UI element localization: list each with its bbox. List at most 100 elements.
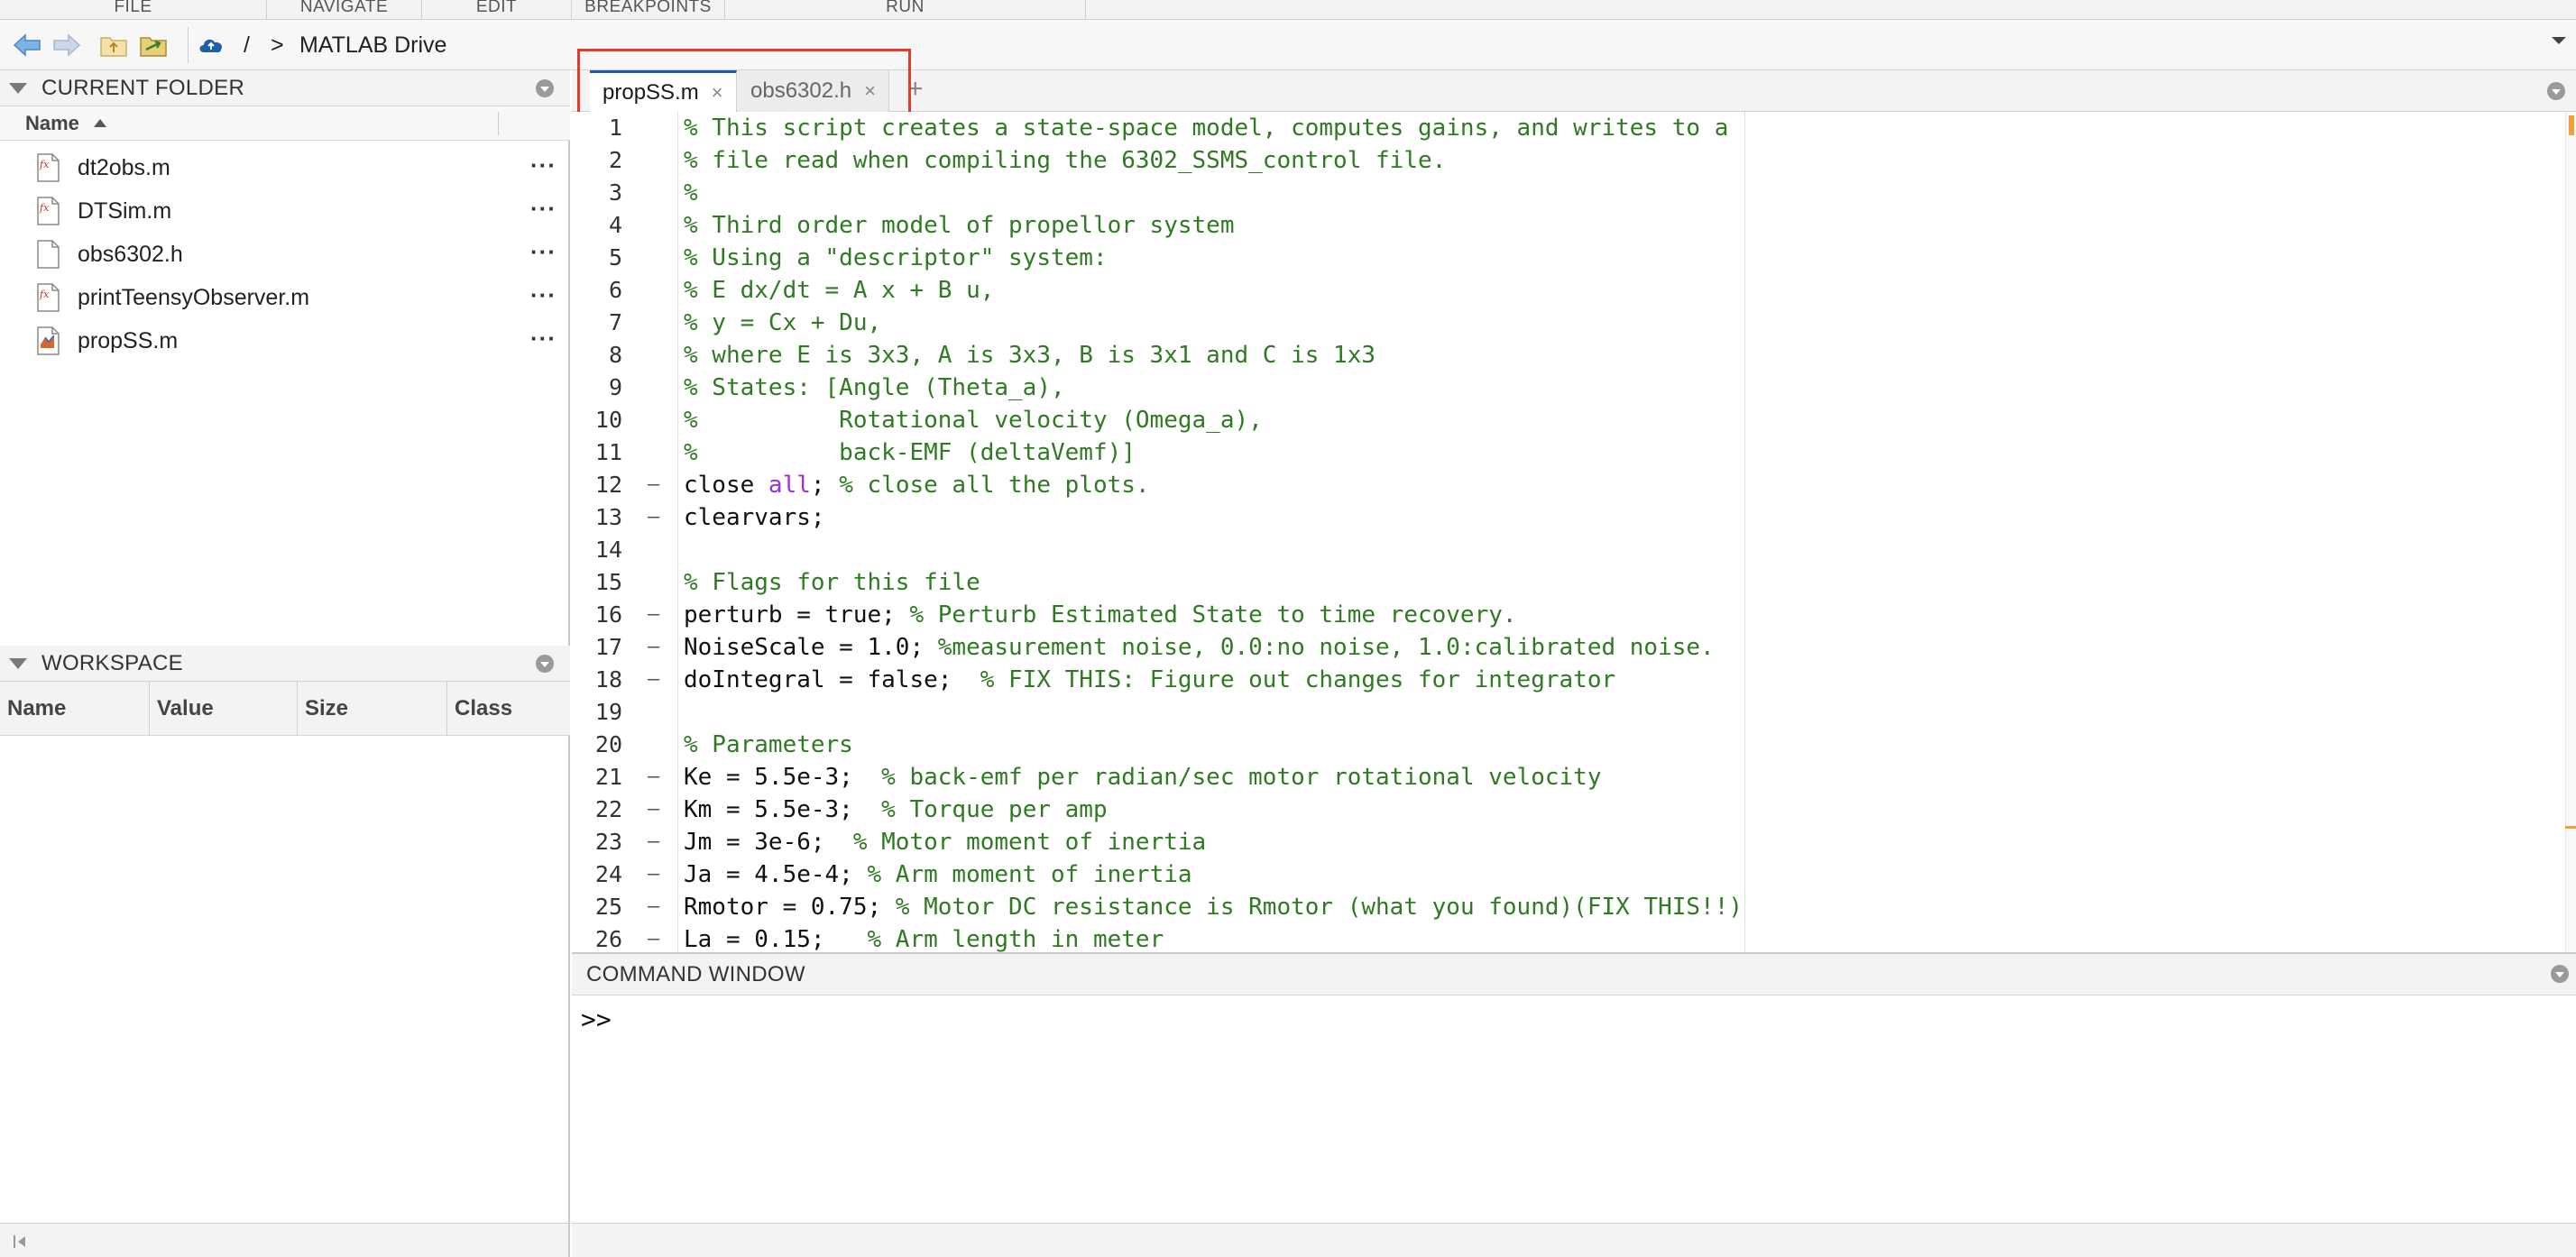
line-number[interactable]: 2	[572, 144, 622, 177]
line-number[interactable]: 8	[572, 339, 622, 372]
line-number[interactable]: 7	[572, 307, 622, 339]
code-line[interactable]: 21– Ke = 5.5e-3; % back-emf per radian/se…	[572, 761, 2556, 794]
current-folder-header[interactable]: CURRENT FOLDER	[0, 70, 570, 106]
toolstrip-tab-breakpoints[interactable]: BREAKPOINTS	[572, 0, 725, 20]
address-dropdown-icon[interactable]	[2551, 34, 2567, 51]
code-line[interactable]: 18– doIntegral = false; % FIX THIS: Figur…	[572, 664, 2556, 696]
editor-scrollbar[interactable]	[2565, 112, 2576, 952]
line-number[interactable]: 20	[572, 729, 622, 761]
breakpoint-marker[interactable]: –	[648, 599, 659, 631]
sort-ascending-icon[interactable]	[94, 119, 106, 127]
code-line[interactable]: 19	[572, 696, 2556, 729]
file-row[interactable]: obs6302.h ···	[0, 233, 570, 276]
line-number[interactable]: 25	[572, 891, 622, 923]
line-number[interactable]: 11	[572, 436, 622, 469]
code-line[interactable]: 10 % Rotational velocity (Omega_a),	[572, 404, 2556, 436]
toolstrip-tab-file[interactable]: FILE	[0, 0, 267, 20]
code-line[interactable]: 11 % back-EMF (deltaVemf)]	[572, 436, 2556, 469]
code-line[interactable]: 7 % y = Cx + Du,	[572, 307, 2556, 339]
file-row[interactable]: fx printTeensyObserver.m ···	[0, 276, 570, 319]
breakpoint-marker[interactable]: –	[648, 631, 659, 664]
code-editor[interactable]: 1 % This script creates a state-space mod…	[572, 112, 2576, 952]
line-number[interactable]: 4	[572, 209, 622, 242]
breadcrumb-root[interactable]: /	[244, 20, 250, 70]
command-window[interactable]: >>	[572, 996, 2576, 1223]
code-line[interactable]: 20 % Parameters	[572, 729, 2556, 761]
line-number[interactable]: 10	[572, 404, 622, 436]
toolstrip-tab-run[interactable]: RUN	[725, 0, 1086, 20]
up-folder-button[interactable]	[99, 31, 128, 60]
code-line[interactable]: 6 % E dx/dt = A x + B u,	[572, 274, 2556, 307]
breakpoint-marker[interactable]: –	[648, 761, 659, 794]
code-line[interactable]: 17– NoiseScale = 1.0; %measurement noise,…	[572, 631, 2556, 664]
command-window-menu-icon[interactable]	[2551, 965, 2569, 983]
more-options-icon[interactable]: ···	[530, 319, 557, 357]
file-row[interactable]: propSS.m ···	[0, 319, 570, 362]
code-line[interactable]: 4 % Third order model of propellor system	[572, 209, 2556, 242]
more-options-icon[interactable]: ···	[530, 276, 557, 314]
line-number[interactable]: 13	[572, 501, 622, 534]
line-number[interactable]: 24	[572, 858, 622, 891]
line-number[interactable]: 3	[572, 177, 622, 209]
line-number[interactable]: 16	[572, 599, 622, 631]
line-number[interactable]: 22	[572, 794, 622, 826]
breakpoint-marker[interactable]: –	[648, 664, 659, 696]
line-number[interactable]: 26	[572, 923, 622, 952]
code-line[interactable]: 24– Ja = 4.5e-4; % Arm moment of inertia	[572, 858, 2556, 891]
ws-col-class[interactable]: Class	[447, 682, 570, 736]
line-number[interactable]: 21	[572, 761, 622, 794]
collapse-triangle-icon[interactable]	[9, 83, 27, 94]
more-options-icon[interactable]: ···	[530, 233, 557, 271]
code-line[interactable]: 9 % States: [Angle (Theta_a),	[572, 372, 2556, 404]
line-number[interactable]: 23	[572, 826, 622, 858]
code-line[interactable]: 16– perturb = true; % Perturb Estimated S…	[572, 599, 2556, 631]
code-line[interactable]: 13– clearvars;	[572, 501, 2556, 534]
ws-col-size[interactable]: Size	[298, 682, 447, 736]
matlab-drive-button[interactable]	[197, 31, 225, 60]
editor-menu-icon[interactable]	[2547, 82, 2565, 100]
line-number[interactable]: 14	[572, 534, 622, 566]
line-number[interactable]: 5	[572, 242, 622, 274]
breakpoint-marker[interactable]: –	[648, 858, 659, 891]
ws-col-name[interactable]: Name	[0, 682, 150, 736]
breakpoint-marker[interactable]: –	[648, 891, 659, 923]
line-number[interactable]: 9	[572, 372, 622, 404]
code-line[interactable]: 23– Jm = 3e-6; % Motor moment of inertia	[572, 826, 2556, 858]
more-options-icon[interactable]: ···	[530, 146, 557, 184]
code-line[interactable]: 3%	[572, 177, 2556, 209]
code-line[interactable]: 5 % Using a "descriptor" system:	[572, 242, 2556, 274]
code-line[interactable]: 22– Km = 5.5e-3; % Torque per amp	[572, 794, 2556, 826]
collapse-triangle-icon[interactable]	[9, 658, 27, 669]
breakpoint-marker[interactable]: –	[648, 794, 659, 826]
line-number[interactable]: 6	[572, 274, 622, 307]
line-number[interactable]: 19	[572, 696, 622, 729]
code-line[interactable]: 25– Rmotor = 0.75; % Motor DC resistance …	[572, 891, 2556, 923]
breadcrumb-separator[interactable]: >	[271, 20, 284, 70]
more-options-icon[interactable]: ···	[530, 189, 557, 227]
scroll-left-icon[interactable]	[13, 1234, 27, 1249]
code-line[interactable]: 2 % file read when compiling the 6302_SSM…	[572, 144, 2556, 177]
toolstrip-tab-edit[interactable]: EDIT	[422, 0, 572, 20]
code-line[interactable]: 8 % where E is 3x3, A is 3x3, B is 3x1 an…	[572, 339, 2556, 372]
breakpoint-marker[interactable]: –	[648, 923, 659, 952]
workspace-header[interactable]: WORKSPACE	[0, 646, 570, 682]
line-number[interactable]: 12	[572, 469, 622, 501]
code-line[interactable]: 15 % Flags for this file	[572, 566, 2556, 599]
file-row[interactable]: fx dt2obs.m ···	[0, 146, 570, 189]
code-line[interactable]: 26– La = 0.15; % Arm length in meter	[572, 923, 2556, 952]
code-line[interactable]: 1 % This script creates a state-space mod…	[572, 112, 2556, 144]
code-line[interactable]: 14	[572, 534, 2556, 566]
breadcrumb-matlab-drive[interactable]: MATLAB Drive	[299, 20, 446, 70]
file-row[interactable]: fx DTSim.m ···	[0, 189, 570, 233]
breakpoint-marker[interactable]: –	[648, 826, 659, 858]
back-button[interactable]	[13, 31, 41, 60]
breakpoint-marker[interactable]: –	[648, 501, 659, 534]
forward-button[interactable]	[52, 31, 81, 60]
current-folder-menu-icon[interactable]	[536, 79, 554, 97]
line-number[interactable]: 17	[572, 631, 622, 664]
toolstrip-tab-navigate[interactable]: NAVIGATE	[267, 0, 422, 20]
line-number[interactable]: 1	[572, 112, 622, 144]
ws-col-value[interactable]: Value	[150, 682, 298, 736]
browse-folder-button[interactable]	[139, 31, 168, 60]
code-line[interactable]: 12– close all; % close all the plots.	[572, 469, 2556, 501]
